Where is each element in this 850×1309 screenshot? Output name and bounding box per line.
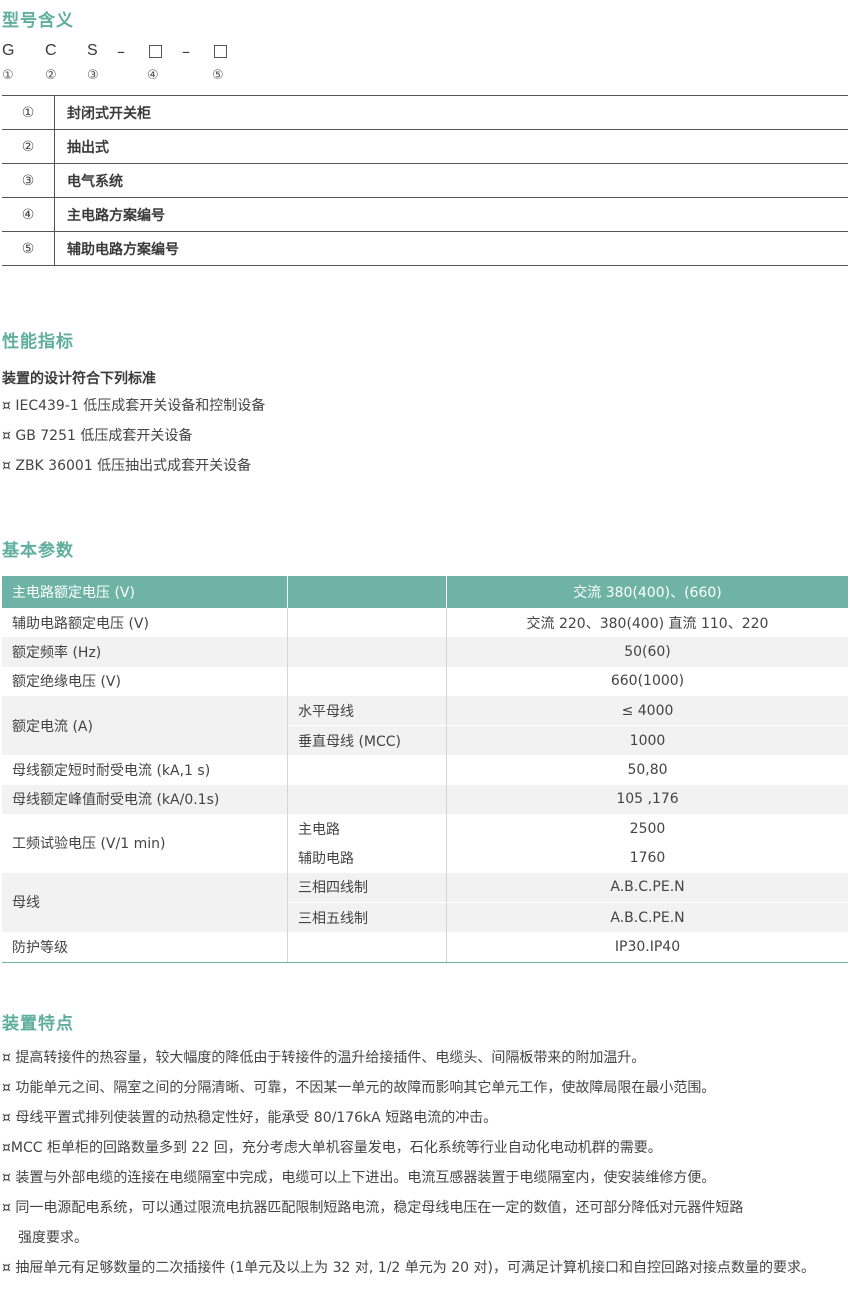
meaning-text: 辅助电路方案编号 [54, 231, 848, 266]
model-code-numbers: ① ② ③ ④ ⑤ [2, 68, 302, 86]
table-row: 母线额定短时耐受电流 (kA,1 s) 50,80 [2, 755, 848, 785]
model-code-number: ① [2, 68, 14, 83]
model-code-number: ⑤ [212, 68, 224, 83]
table-row: ④ 主电路方案编号 [2, 197, 848, 232]
section-title-model-meaning: 型号含义 [2, 11, 74, 31]
param-label: 工频试验电压 (V/1 min) [2, 814, 288, 873]
param-label: 额定电流 (A) [2, 695, 288, 756]
model-code-number: ④ [147, 68, 159, 83]
table-row: 额定绝缘电压 (V) 660(1000) [2, 666, 848, 696]
list-item-line: ¤ 同一电源配电系统，可以通过限流电抗器匹配限制短路电流，稳定母线电压在一定的数… [2, 1200, 744, 1216]
param-sub [287, 637, 447, 667]
param-sub [287, 932, 447, 963]
param-label: 额定绝缘电压 (V) [2, 666, 288, 696]
table-row: 母线 三相四线制 A.B.C.PE.N [2, 872, 848, 933]
table-row: ② 抽出式 [2, 129, 848, 164]
meaning-text: 主电路方案编号 [54, 197, 848, 232]
list-item-line: 强度要求。 [18, 1230, 88, 1246]
table-row: 额定电流 (A) 水平母线 ≤ 4000 [2, 695, 848, 756]
meaning-text: 抽出式 [54, 129, 848, 164]
list-item: ¤ IEC439-1 低压成套开关设备和控制设备 [2, 398, 266, 414]
model-code-separator: – [117, 42, 125, 61]
param-label: 辅助电路额定电压 (V) [2, 608, 288, 638]
list-item: ¤ GB 7251 低压成套开关设备 [2, 428, 193, 444]
param-sub [287, 784, 447, 815]
param-value: 交流 220、380(400) 直流 110、220 [526, 615, 769, 632]
standards-list: ¤ IEC439-1 低压成套开关设备和控制设备 ¤ GB 7251 低压成套开… [2, 393, 265, 483]
meaning-text: 电气系统 [54, 163, 848, 198]
list-item: ¤ 装置与外部电缆的连接在电缆隔室中完成，电缆可以上下进出。电流互感器装置于电缆… [2, 1170, 716, 1186]
table-header-row: 主电路额定电压 (V) 交流 380(400)、(660) [2, 576, 848, 608]
meaning-number: ① [2, 95, 55, 130]
param-sub [287, 755, 447, 785]
meaning-number: ⑤ [2, 231, 55, 266]
meaning-text: 封闭式开关柜 [54, 95, 848, 130]
meaning-number: ④ [2, 197, 55, 232]
table-row: ⑤ 辅助电路方案编号 [2, 231, 848, 266]
model-code-number: ② [45, 68, 57, 83]
param-value: IP30.IP40 [446, 932, 848, 963]
param-value: A.B.C.PE.N [446, 902, 848, 933]
param-value: 105 ,176 [446, 784, 848, 815]
param-sub [287, 666, 447, 696]
param-label: 主电路额定电压 (V) [2, 576, 288, 608]
table-row: 辅助电路额定电压 (V) 交流 220、380(400) 直流 110、220 [2, 608, 848, 638]
param-sub [287, 576, 447, 608]
param-value: 交流 380(400)、(660) [446, 576, 848, 608]
param-sub: 垂直母线 (MCC) [287, 725, 447, 756]
param-label: 防护等级 [2, 932, 288, 963]
list-item: ¤ 母线平置式排列使装置的动热稳定性好，能承受 80/176kA 短路电流的冲击… [2, 1110, 498, 1126]
meaning-number: ② [2, 129, 55, 164]
param-label: 母线额定短时耐受电流 (kA,1 s) [2, 755, 288, 785]
list-item: ¤ 提高转接件的热容量，较大幅度的降低由于转接件的温升给接插件、电缆头、间隔板带… [2, 1050, 646, 1066]
param-value: 1000 [446, 725, 848, 756]
param-sub: 三相五线制 [287, 902, 447, 933]
model-code: G C S – – [2, 42, 302, 66]
table-row: 母线额定峰值耐受电流 (kA/0.1s) 105 ,176 [2, 784, 848, 815]
table-row: ③ 电气系统 [2, 163, 848, 198]
param-value: 50(60) [446, 637, 848, 667]
param-value: 1760 [629, 850, 666, 867]
param-label: 额定频率 (Hz) [2, 637, 288, 667]
table-row: ① 封闭式开关柜 [2, 95, 848, 130]
model-code-separator: – [182, 42, 190, 61]
table-row: 额定频率 (Hz) 50(60) [2, 637, 848, 667]
section-title-performance: 性能指标 [2, 332, 74, 352]
table-row: 工频试验电压 (V/1 min) 主电路 2500 [2, 814, 848, 873]
param-sub: 辅助电路 [287, 843, 447, 873]
list-item: ¤MCC 柜单柜的回路数量多到 22 回，充分考虑大单机容量发电，石化系统等行业… [2, 1140, 662, 1156]
param-label: 母线额定峰值耐受电流 (kA/0.1s) [2, 784, 288, 815]
param-value: 50,80 [627, 762, 668, 779]
table-row: 防护等级 IP30.IP40 [2, 932, 848, 963]
param-sub: 三相四线制 [287, 872, 447, 903]
param-sub: 水平母线 [287, 695, 447, 727]
section-title-features: 装置特点 [2, 1014, 74, 1034]
param-value: 2500 [629, 820, 666, 837]
param-value: 660(1000) [610, 673, 685, 690]
list-item: ¤ 抽屉单元有足够数量的二次插接件 (1单元及以上为 32 对, 1/2 单元为… [2, 1260, 815, 1276]
param-sub: 主电路 [287, 814, 447, 844]
list-item: ¤ 同一电源配电系统，可以通过限流电抗器匹配限制短路电流，稳定母线电压在一定的数… [2, 1193, 850, 1253]
model-code-char: C [45, 42, 57, 59]
list-item: ¤ ZBK 36001 低压抽出式成套开关设备 [2, 458, 252, 474]
param-sub [287, 608, 447, 638]
model-code-placeholder-box [214, 45, 227, 58]
param-label: 母线 [2, 872, 288, 933]
param-value: A.B.C.PE.N [446, 872, 848, 903]
model-code-placeholder-box [149, 45, 162, 58]
model-code-char: G [2, 42, 15, 59]
model-meaning-table: ① 封闭式开关柜 ② 抽出式 ③ 电气系统 ④ 主电路方案编号 ⑤ 辅助电路方案… [2, 95, 848, 266]
features-list: ¤ 提高转接件的热容量，较大幅度的降低由于转接件的温升给接插件、电缆头、间隔板带… [2, 1043, 850, 1283]
model-code-number: ③ [87, 68, 99, 83]
standards-subtitle: 装置的设计符合下列标准 [2, 371, 156, 387]
param-value: ≤ 4000 [446, 695, 848, 727]
list-item: ¤ 功能单元之间、隔室之间的分隔清晰、可靠，不因某一单元的故障而影响其它单元工作… [2, 1080, 716, 1096]
meaning-number: ③ [2, 163, 55, 198]
basic-params-table: 主电路额定电压 (V) 交流 380(400)、(660) 辅助电路额定电压 (… [2, 576, 848, 963]
model-code-char: S [87, 42, 98, 59]
section-title-basic-params: 基本参数 [2, 541, 74, 561]
